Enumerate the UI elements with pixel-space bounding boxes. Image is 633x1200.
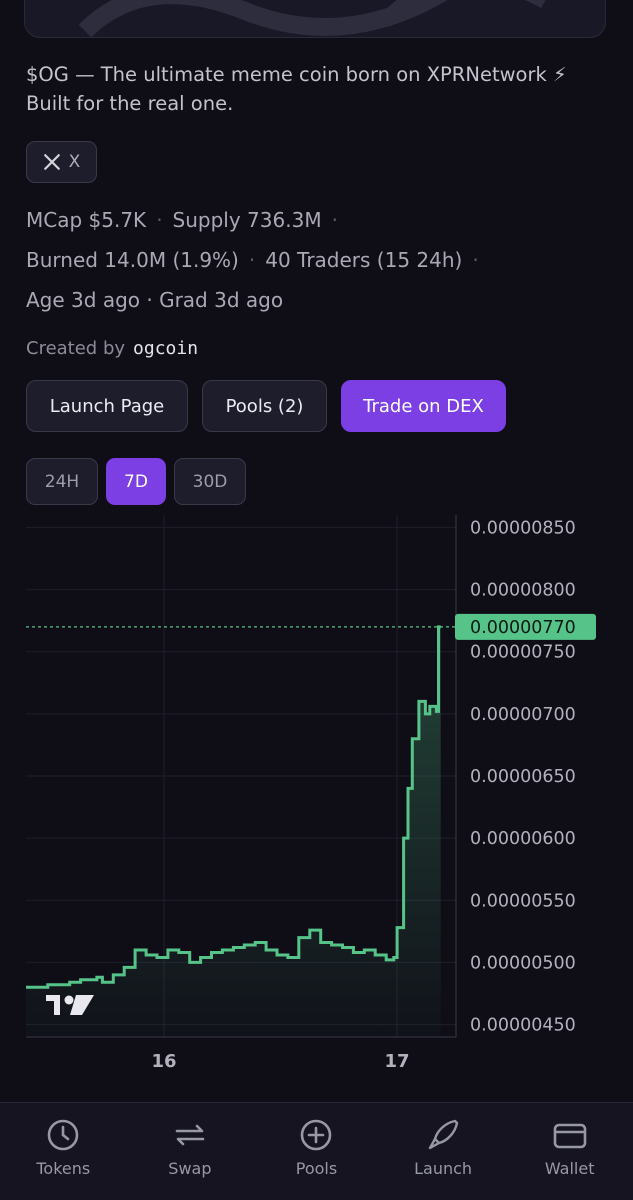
last-price-label: 0.00000770	[470, 618, 576, 638]
plus-circle-icon	[301, 1119, 332, 1151]
swap-icon	[175, 1124, 205, 1146]
separator: ·	[331, 208, 338, 232]
price-tick-label: 0.00000800	[470, 581, 576, 601]
nav-label: Launch	[414, 1159, 473, 1178]
separator: ·	[156, 208, 163, 232]
price-chart[interactable]: 0.00000850 0.00000800 0.00000750 0.00000700…	[0, 505, 633, 1085]
burned: Burned 14.0M (1.9%)	[26, 248, 239, 272]
launch-page-button[interactable]: Launch Page	[26, 380, 188, 432]
nav-swap[interactable]: Swap	[127, 1103, 254, 1200]
nav-label: Swap	[168, 1159, 212, 1178]
market-cap: MCap $5.7K	[26, 208, 147, 232]
price-tick-label: 0.00000450	[470, 1016, 576, 1036]
created-by: Created by ogcoin	[26, 338, 198, 359]
nav-label: Pools	[295, 1159, 338, 1178]
x-logo-icon	[43, 154, 60, 170]
price-tick-label: 0.00000750	[470, 643, 576, 663]
action-buttons: Launch Page Pools (2) Trade on DEX	[26, 380, 506, 432]
time-tick-label: 17	[384, 1051, 409, 1072]
range-24h[interactable]: 24H	[26, 458, 98, 505]
price-line	[26, 625, 441, 989]
clock-icon	[47, 1119, 79, 1151]
nav-label: Wallet	[544, 1159, 595, 1178]
time-axis: 16 17	[151, 1051, 409, 1072]
created-label: Created by	[26, 338, 126, 359]
separator: ·	[472, 248, 479, 272]
nav-tokens[interactable]: Tokens	[0, 1103, 127, 1200]
time-range-selector: 24H 7D 30D	[26, 458, 246, 505]
pools-button[interactable]: Pools (2)	[202, 380, 327, 432]
price-axis: 0.00000850 0.00000800 0.00000750 0.00000700…	[470, 518, 576, 1035]
rocket-icon	[428, 1119, 459, 1150]
nav-pools[interactable]: Pools	[253, 1103, 380, 1200]
social-label: X	[68, 152, 81, 172]
range-30d[interactable]: 30D	[174, 458, 246, 505]
x-social-link[interactable]: X	[26, 141, 97, 183]
nav-wallet[interactable]: Wallet	[506, 1103, 633, 1200]
price-tick-label: 0.00000550	[470, 891, 576, 911]
nav-launch[interactable]: Launch	[380, 1103, 507, 1200]
price-tick-label: 0.00000500	[470, 953, 576, 973]
token-description: $OG — The ultimate meme coin born on XPR…	[26, 63, 567, 115]
supply: Supply 736.3M	[172, 208, 322, 232]
banner-artwork	[78, 0, 546, 37]
separator: ·	[248, 248, 256, 272]
age: Age 3d ago · Grad 3d ago	[26, 288, 284, 312]
time-tick-label: 16	[151, 1051, 176, 1072]
creator-name[interactable]: ogcoin	[133, 338, 198, 359]
trade-on-dex-button[interactable]: Trade on DEX	[341, 380, 506, 432]
range-7d[interactable]: 7D	[106, 458, 166, 505]
price-tick-label: 0.00000850	[470, 518, 576, 538]
price-tick-label: 0.00000600	[470, 829, 576, 849]
token-banner	[24, 0, 606, 38]
wallet-icon	[553, 1123, 586, 1149]
price-tick-label: 0.00000650	[470, 767, 576, 787]
traders: 40 Traders (15 24h)	[265, 248, 463, 272]
nav-label: Tokens	[36, 1159, 91, 1178]
price-area	[26, 626, 441, 1037]
token-stats: MCap $5.7K · Supply 736.3M · Burned 14.0M (…	[26, 200, 611, 320]
last-price-tag: 0.00000770	[455, 613, 596, 640]
bottom-navigation: Tokens Swap Pools Launch Wallet	[0, 1102, 633, 1200]
price-tick-label: 0.00000700	[470, 705, 576, 725]
